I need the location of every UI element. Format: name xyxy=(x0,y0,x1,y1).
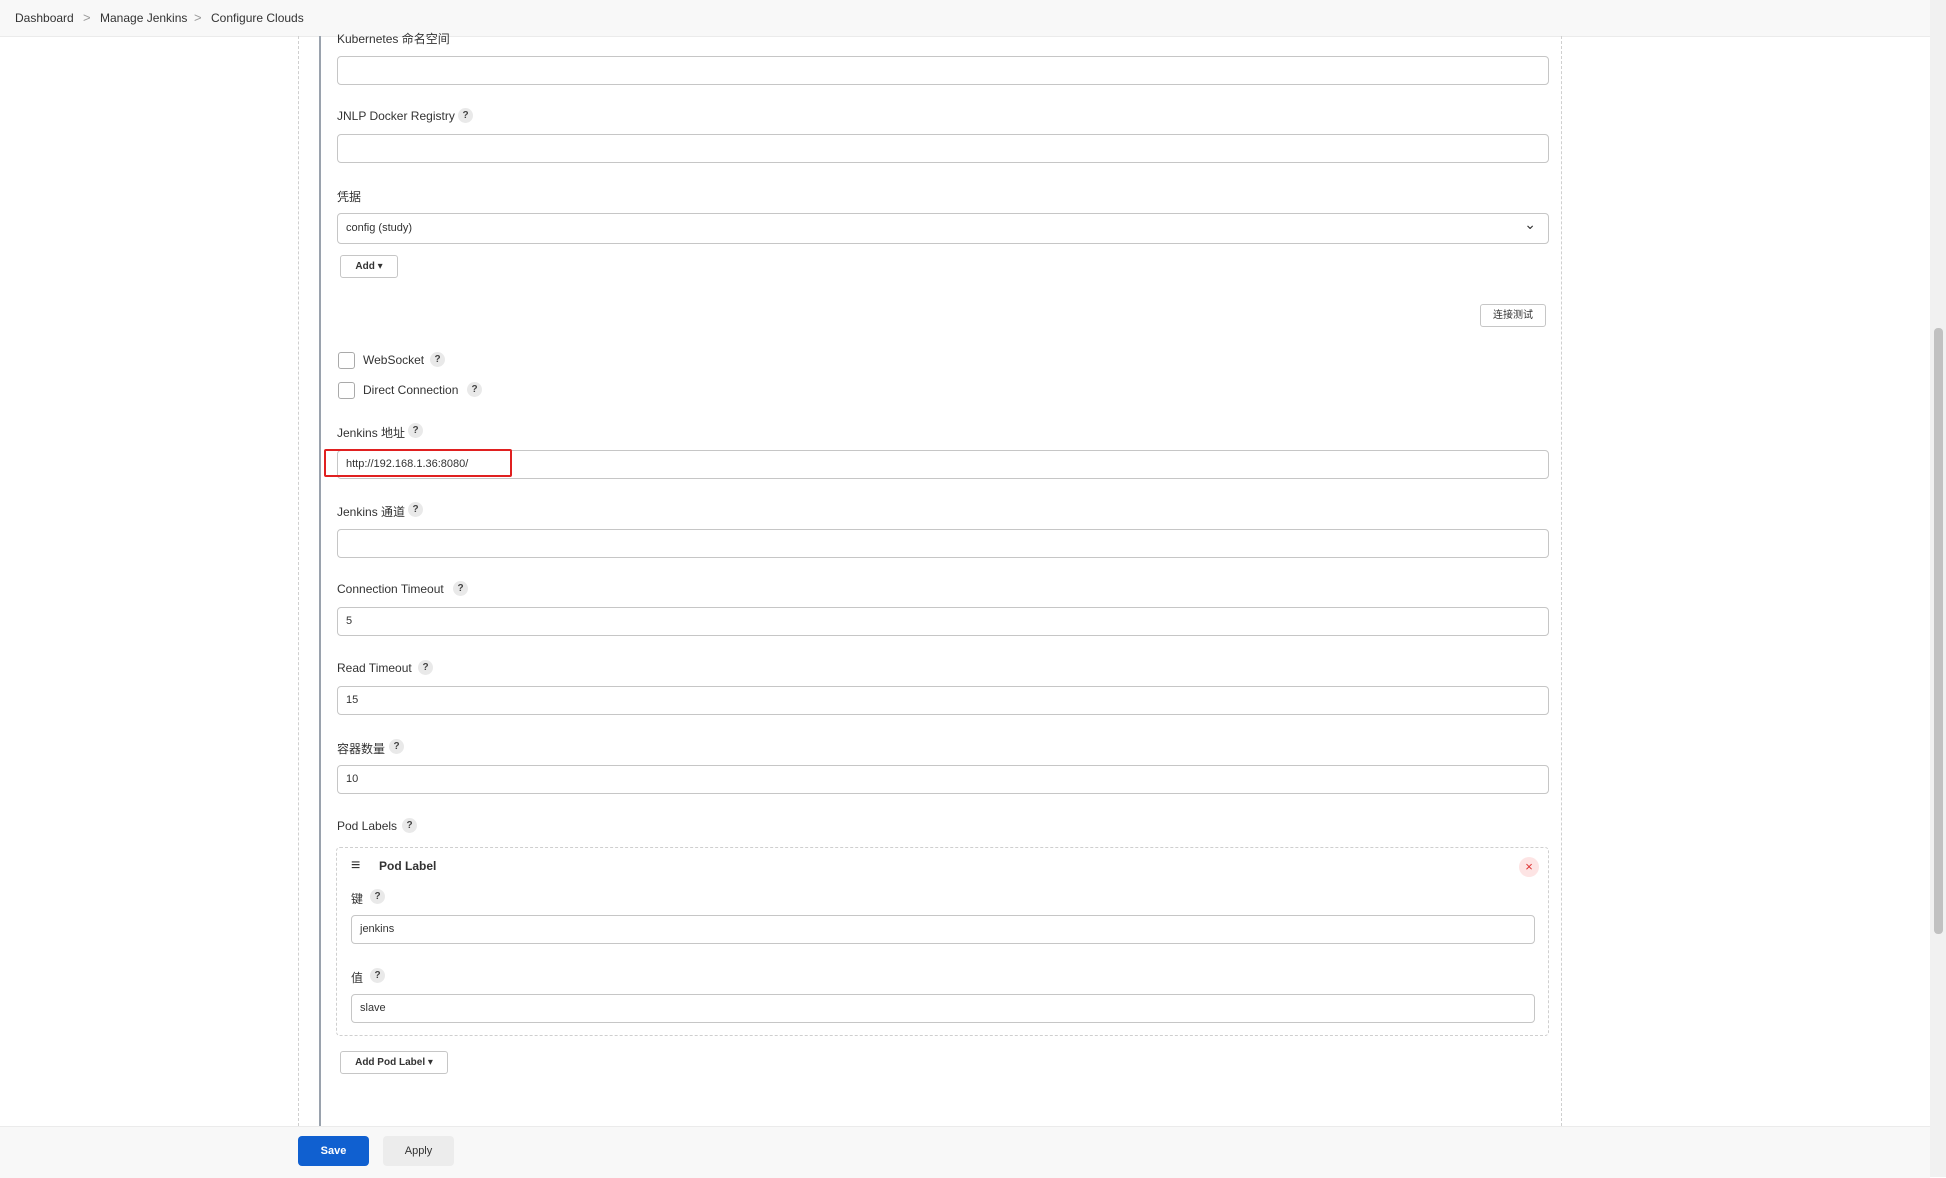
breadcrumb-configure-clouds[interactable]: Configure Clouds xyxy=(211,11,304,25)
jenkins-tunnel-label: Jenkins 通道 xyxy=(337,505,406,519)
footer-bar: Save Apply xyxy=(0,1126,1930,1178)
pod-label-title: Pod Label xyxy=(379,859,437,873)
container-cap-label: 容器数量 xyxy=(337,742,386,756)
scrollbar-thumb[interactable] xyxy=(1934,328,1943,934)
chevron-right-icon: > xyxy=(83,10,91,25)
read-timeout-label: Read Timeout xyxy=(337,661,412,675)
breadcrumb-dashboard[interactable]: Dashboard xyxy=(15,11,74,25)
pod-label-value-label: 值 xyxy=(351,971,364,985)
jenkins-tunnel-input[interactable] xyxy=(337,529,1549,558)
connection-timeout-label: Connection Timeout xyxy=(337,582,444,596)
jenkins-url-label: Jenkins 地址 xyxy=(337,426,406,440)
help-icon[interactable]: ? xyxy=(467,382,482,397)
chevron-right-icon: > xyxy=(194,10,202,25)
credentials-value: config (study) xyxy=(346,222,413,234)
chevron-down-icon: ⌄ xyxy=(1524,216,1536,232)
websocket-checkbox[interactable] xyxy=(338,352,355,369)
help-icon[interactable]: ? xyxy=(418,660,433,675)
container-cap-input[interactable]: 10 xyxy=(337,765,1549,794)
websocket-label: WebSocket xyxy=(363,353,425,367)
help-icon[interactable]: ? xyxy=(458,108,473,123)
help-icon[interactable]: ? xyxy=(430,352,445,367)
help-icon[interactable]: ? xyxy=(370,889,385,904)
connection-timeout-input[interactable]: 5 xyxy=(337,607,1549,636)
help-icon[interactable]: ? xyxy=(370,968,385,983)
drag-handle-icon[interactable]: ≡ xyxy=(351,857,360,875)
credentials-select[interactable]: config (study) ⌄ xyxy=(337,213,1549,244)
credentials-label: 凭据 xyxy=(337,190,362,204)
help-icon[interactable]: ? xyxy=(389,739,404,754)
breadcrumb: Dashboard > Manage Jenkins > Configure C… xyxy=(0,0,1930,37)
help-icon[interactable]: ? xyxy=(408,502,423,517)
pod-labels-label: Pod Labels xyxy=(337,819,398,833)
add-pod-label-button[interactable]: Add Pod Label ▾ xyxy=(340,1051,448,1074)
read-timeout-input[interactable]: 15 xyxy=(337,686,1549,715)
section-indicator xyxy=(319,36,321,1126)
help-icon[interactable]: ? xyxy=(453,581,468,596)
apply-button[interactable]: Apply xyxy=(383,1136,454,1166)
jnlp-registry-label: JNLP Docker Registry xyxy=(337,109,455,123)
jnlp-registry-input[interactable] xyxy=(337,134,1549,163)
save-button[interactable]: Save xyxy=(298,1136,369,1166)
pod-label-key-input[interactable]: jenkins xyxy=(351,915,1535,944)
test-connection-button[interactable]: 连接测试 xyxy=(1480,304,1546,327)
highlight-annotation xyxy=(324,449,512,477)
pod-label-value-input[interactable]: slave xyxy=(351,994,1535,1023)
help-icon[interactable]: ? xyxy=(408,423,423,438)
close-icon[interactable]: × xyxy=(1519,857,1539,877)
add-credentials-button[interactable]: Add ▾ xyxy=(340,255,398,278)
breadcrumb-manage-jenkins[interactable]: Manage Jenkins xyxy=(100,11,187,25)
k8s-namespace-input[interactable] xyxy=(337,56,1549,85)
help-icon[interactable]: ? xyxy=(402,818,417,833)
pod-label-key-label: 键 xyxy=(351,892,364,906)
jenkins-url-input[interactable]: http://192.168.1.36:8080/ xyxy=(337,450,1549,479)
k8s-namespace-label: Kubernetes 命名空间 xyxy=(337,32,450,46)
direct-connection-label: Direct Connection xyxy=(363,383,459,397)
direct-connection-checkbox[interactable] xyxy=(338,382,355,399)
